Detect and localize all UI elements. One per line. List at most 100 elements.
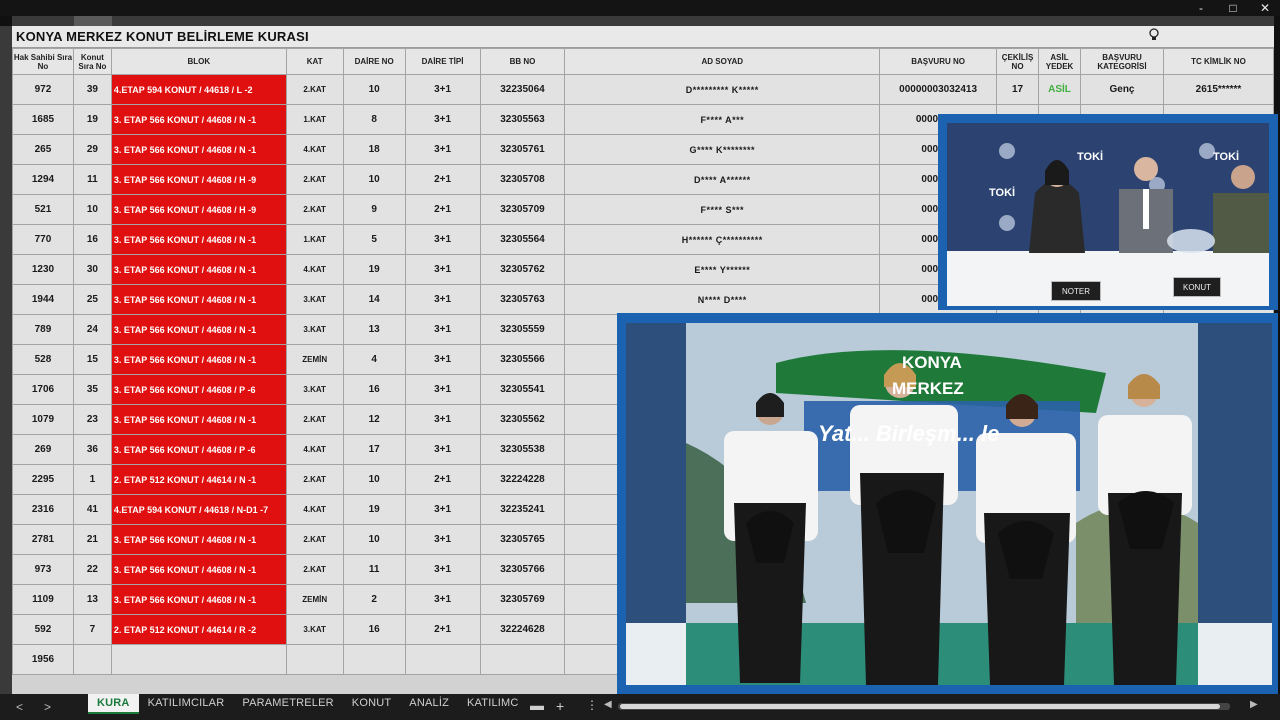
cell-hak[interactable]: 1109	[12, 584, 74, 615]
header-daire-tipi[interactable]: DAİRE TİPİ	[404, 48, 481, 75]
cell-hak[interactable]: 1944	[12, 284, 74, 315]
cell-tip[interactable]: 3+1	[404, 434, 481, 465]
cell-hak[interactable]: 1685	[12, 104, 74, 135]
tab-scroll-minus-button[interactable]: ▬	[530, 697, 544, 713]
cell-hak[interactable]: 1230	[12, 254, 74, 285]
cell-kat[interactable]: 3.KAT	[285, 314, 344, 345]
cell-daire[interactable]: 10	[342, 164, 406, 195]
cell-bb[interactable]: 32305541	[479, 374, 566, 405]
lightbulb-icon[interactable]	[1148, 28, 1160, 42]
selected-column-header[interactable]	[74, 16, 112, 26]
cell-tip[interactable]: 2+1	[404, 194, 481, 225]
cell-tip[interactable]: 3+1	[404, 314, 481, 345]
cell-daire[interactable]: 14	[342, 284, 406, 315]
cell-blok[interactable]: 3. ETAP 566 KONUT / 44608 / N -1	[110, 254, 287, 285]
cell-kat[interactable]: 2.KAT	[285, 404, 344, 435]
cell-konut[interactable]: 23	[72, 404, 112, 435]
cell-blok[interactable]: 3. ETAP 566 KONUT / 44608 / N -1	[110, 554, 287, 585]
cell-bb[interactable]: 32305763	[479, 284, 566, 315]
cell-bb[interactable]: 32235241	[479, 494, 566, 525]
cell-bb[interactable]: 32305562	[479, 404, 566, 435]
cell-daire[interactable]: 5	[342, 224, 406, 255]
cell-konut[interactable]: 24	[72, 314, 112, 345]
cell-konut[interactable]: 1	[72, 464, 112, 495]
cell-konut[interactable]: 29	[72, 134, 112, 165]
cell-blok[interactable]: 3. ETAP 566 KONUT / 44608 / N -1	[110, 284, 287, 315]
cell-hak[interactable]: 1706	[12, 374, 74, 405]
cell-bb[interactable]: 32305765	[479, 524, 566, 555]
cell-tip[interactable]: 3+1	[404, 74, 481, 105]
cell-daire[interactable]: 2	[342, 584, 406, 615]
cell-konut[interactable]: 35	[72, 374, 112, 405]
cell-tip[interactable]: 3+1	[404, 134, 481, 165]
cell-kat[interactable]: ZEMİN	[285, 344, 344, 375]
cell-hak[interactable]: 1294	[12, 164, 74, 195]
scrollbar-thumb[interactable]	[620, 704, 1220, 709]
more-options-icon[interactable]: ⋮	[586, 698, 598, 712]
cell-tip[interactable]: 2+1	[404, 614, 481, 645]
cell-bb[interactable]: 32235064	[479, 74, 566, 105]
scroll-right-icon[interactable]: ▶	[1250, 699, 1258, 710]
tab-katilimc[interactable]: KATILIMC	[458, 694, 528, 714]
cell-bb[interactable]: 32224628	[479, 614, 566, 645]
cell-konut[interactable]: 30	[72, 254, 112, 285]
header-cekilis-no[interactable]: ÇEKİLİŞ NO	[996, 48, 1040, 75]
cell-blok[interactable]: 3. ETAP 566 KONUT / 44608 / N -1	[110, 134, 287, 165]
header-hak-sahibi[interactable]: Hak Sahibi Sıra No	[12, 48, 74, 75]
cell-hak[interactable]: 269	[12, 434, 74, 465]
cell-konut[interactable]	[72, 644, 112, 675]
cell-blok[interactable]	[110, 644, 287, 675]
cell-ad[interactable]: F**** A***	[564, 104, 881, 135]
cell-bb[interactable]: 32305559	[479, 314, 566, 345]
cell-konut[interactable]: 25	[72, 284, 112, 315]
cell-hak[interactable]: 528	[12, 344, 74, 375]
cell-kat[interactable]: 2.KAT	[285, 464, 344, 495]
cell-hak[interactable]: 973	[12, 554, 74, 585]
cell-tip[interactable]: 3+1	[404, 284, 481, 315]
cell-bb[interactable]: 32305766	[479, 554, 566, 585]
cell-kat[interactable]: 2.KAT	[285, 194, 344, 225]
cell-tip[interactable]: 3+1	[404, 254, 481, 285]
cell-ad[interactable]: H****** Ç**********	[564, 224, 881, 255]
header-konut-sira[interactable]: Konut Sıra No	[72, 48, 112, 75]
tab-katilimcilar[interactable]: KATILIMCILAR	[139, 694, 234, 714]
cell-daire[interactable]: 16	[342, 614, 406, 645]
cell-bb[interactable]: 32305563	[479, 104, 566, 135]
cell-daire[interactable]: 4	[342, 344, 406, 375]
cell-kat[interactable]: 4.KAT	[285, 434, 344, 465]
cell-konut[interactable]: 15	[72, 344, 112, 375]
tab-kura[interactable]: KURA	[88, 694, 139, 714]
cell-konut[interactable]: 16	[72, 224, 112, 255]
header-blok[interactable]: BLOK	[110, 48, 287, 75]
cell-hak[interactable]: 789	[12, 314, 74, 345]
cell-blok[interactable]: 3. ETAP 566 KONUT / 44608 / N -1	[110, 524, 287, 555]
cell-bb[interactable]	[479, 644, 566, 675]
cell-tip[interactable]: 2+1	[404, 164, 481, 195]
cell-daire[interactable]: 8	[342, 104, 406, 135]
cell-kat[interactable]	[285, 644, 344, 675]
cell-blok[interactable]: 3. ETAP 566 KONUT / 44608 / P -6	[110, 374, 287, 405]
cell-daire[interactable]: 16	[342, 374, 406, 405]
column-header-strip[interactable]	[12, 16, 1274, 26]
cell-kat[interactable]: 2.KAT	[285, 524, 344, 555]
cell-ad[interactable]: D**** A******	[564, 164, 881, 195]
cell-kat[interactable]: 2.KAT	[285, 164, 344, 195]
cell-daire[interactable]	[342, 644, 406, 675]
cell-blok[interactable]: 3. ETAP 566 KONUT / 44608 / N -1	[110, 404, 287, 435]
header-bb-no[interactable]: BB NO	[479, 48, 566, 75]
minimize-button[interactable]: -	[1194, 1, 1208, 15]
cell-kategori[interactable]: Genç	[1080, 74, 1164, 105]
cell-tip[interactable]: 3+1	[404, 404, 481, 435]
cell-tip[interactable]: 3+1	[404, 374, 481, 405]
cell-daire[interactable]: 10	[342, 74, 406, 105]
cell-basvuru[interactable]: 00000003032413	[879, 74, 998, 105]
cell-blok[interactable]: 2. ETAP 512 KONUT / 44614 / N -1	[110, 464, 287, 495]
cell-kat[interactable]: 4.KAT	[285, 254, 344, 285]
cell-blok[interactable]: 3. ETAP 566 KONUT / 44608 / N -1	[110, 224, 287, 255]
horizontal-scrollbar[interactable]	[618, 703, 1230, 710]
header-ad-soyad[interactable]: AD SOYAD	[564, 48, 881, 75]
cell-cekilis[interactable]: 17	[996, 74, 1040, 105]
cell-konut[interactable]: 36	[72, 434, 112, 465]
cell-tip[interactable]: 3+1	[404, 494, 481, 525]
cell-kat[interactable]: 2.KAT	[285, 554, 344, 585]
